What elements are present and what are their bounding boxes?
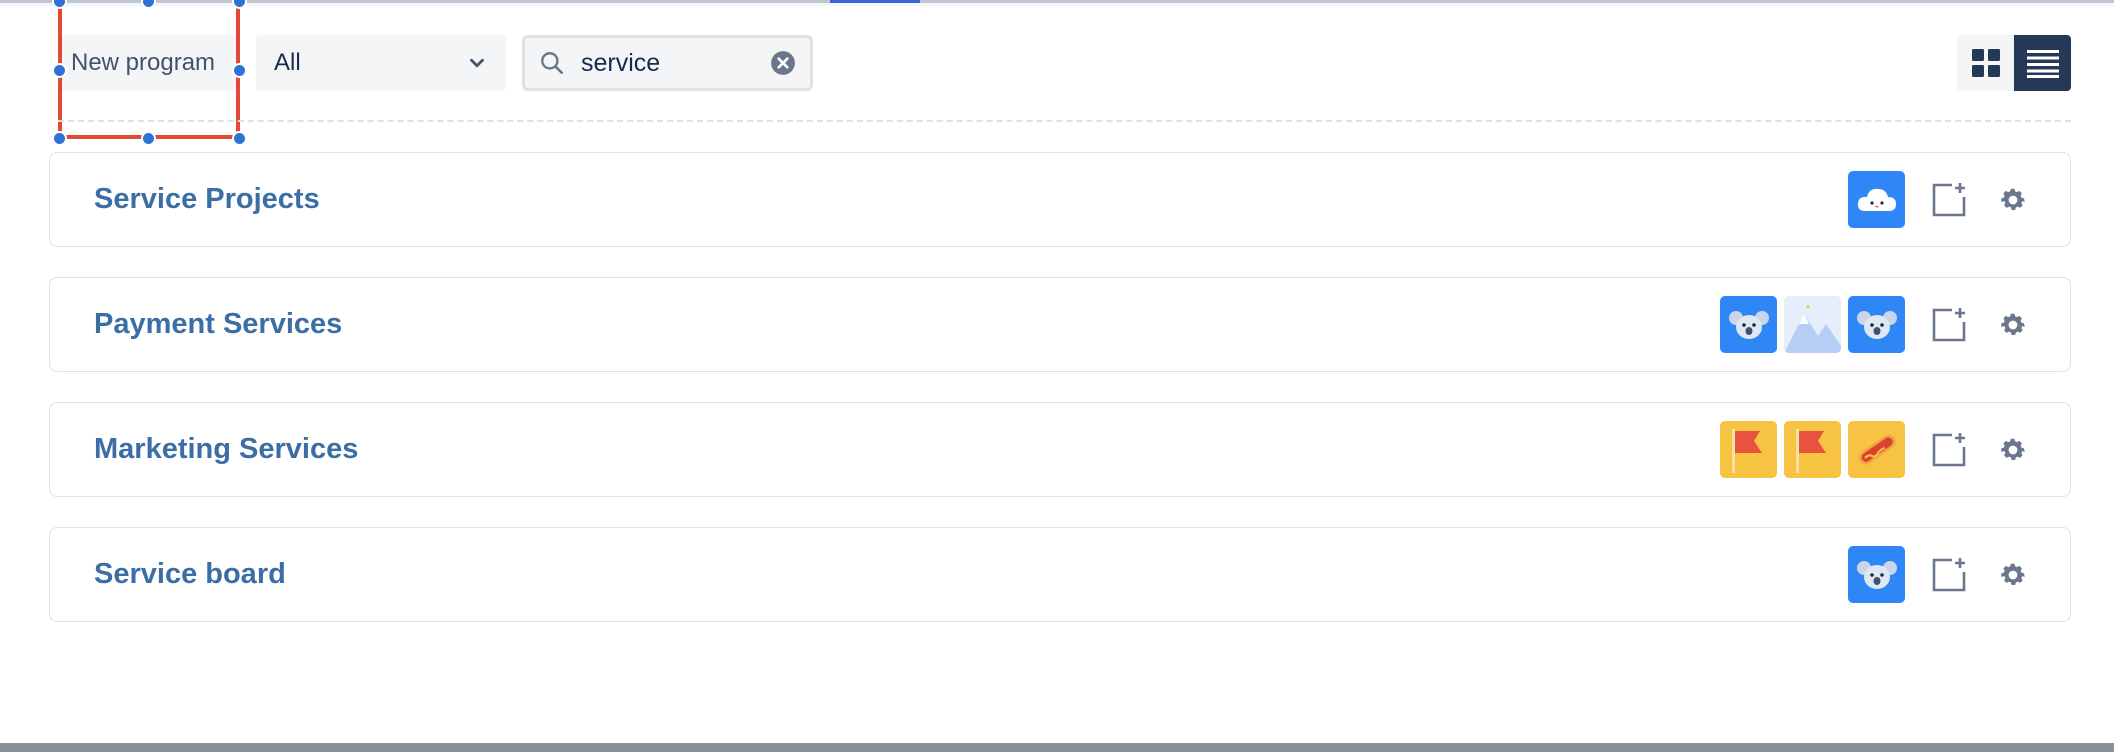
program-row[interactable]: Marketing Services: [49, 402, 2071, 497]
settings-button[interactable]: [1993, 430, 2033, 470]
settings-button[interactable]: [1993, 305, 2033, 345]
chevron-down-icon: [470, 58, 484, 68]
add-board-button[interactable]: [1929, 430, 1969, 470]
hotdog-icon: [1858, 434, 1896, 465]
resize-handle-top-right[interactable]: [232, 0, 247, 9]
clear-icon[interactable]: [770, 50, 796, 76]
resize-handle-bottom-left[interactable]: [52, 131, 67, 146]
add-board-icon: [1932, 432, 1966, 466]
list-view-button[interactable]: [2014, 35, 2071, 91]
add-board-button[interactable]: [1929, 555, 1969, 595]
resize-handle-top-left[interactable]: [52, 0, 67, 9]
gear-icon: [2001, 188, 2025, 210]
search-field[interactable]: [522, 35, 813, 91]
resize-handle-middle-right[interactable]: [232, 63, 247, 78]
program-title[interactable]: Service board: [94, 558, 286, 591]
bottom-bar: [0, 743, 2114, 752]
add-board-button[interactable]: [1929, 180, 1969, 220]
add-board-button[interactable]: [1929, 305, 1969, 345]
koala-icon: [1856, 310, 1897, 339]
add-board-icon: [1932, 307, 1966, 341]
koala-avatar[interactable]: [1848, 546, 1905, 603]
mountain-icon: [1784, 296, 1841, 353]
hotdog-avatar[interactable]: [1848, 421, 1905, 478]
program-row[interactable]: Payment Services: [49, 277, 2071, 372]
mountain-avatar[interactable]: [1784, 296, 1841, 353]
new-program-button[interactable]: New program: [58, 35, 238, 91]
settings-button[interactable]: [1993, 180, 2033, 220]
toolbar-divider: [58, 120, 2071, 122]
resize-handle-middle-left[interactable]: [52, 63, 67, 78]
search-icon: [541, 52, 564, 75]
resize-handle-bottom-center[interactable]: [141, 131, 156, 146]
add-board-icon: [1932, 557, 1966, 591]
cloud-avatar[interactable]: [1848, 171, 1905, 228]
program-row[interactable]: Service board: [49, 527, 2071, 622]
flag-icon: [1732, 429, 1762, 473]
list-view-icon: [2026, 50, 2059, 78]
view-toggle: [1957, 35, 2071, 91]
flag-avatar[interactable]: [1784, 421, 1841, 478]
resize-handle-bottom-right[interactable]: [232, 131, 247, 146]
filter-selected-value: All: [274, 49, 301, 76]
flag-avatar[interactable]: [1720, 421, 1777, 478]
grid-view-button[interactable]: [1957, 35, 2014, 91]
cloud-icon: [1857, 188, 1896, 211]
gear-icon: [2001, 313, 2025, 335]
koala-icon: [1856, 560, 1897, 589]
koala-avatar[interactable]: [1848, 296, 1905, 353]
add-board-icon: [1932, 182, 1966, 216]
program-title[interactable]: Service Projects: [94, 183, 320, 216]
gear-icon: [2001, 563, 2025, 585]
program-row[interactable]: Service Projects: [49, 152, 2071, 247]
filter-select[interactable]: All: [256, 35, 506, 91]
settings-button[interactable]: [1993, 555, 2033, 595]
flag-icon: [1796, 429, 1826, 473]
resize-handle-top-center[interactable]: [141, 0, 156, 9]
koala-icon: [1728, 310, 1769, 339]
search-input[interactable]: [581, 48, 756, 78]
gear-icon: [2001, 438, 2025, 460]
top-bar-accent: [830, 0, 920, 3]
program-title[interactable]: Marketing Services: [94, 433, 358, 466]
program-title[interactable]: Payment Services: [94, 308, 342, 341]
top-bar: [0, 0, 2114, 6]
koala-avatar[interactable]: [1720, 296, 1777, 353]
grid-view-icon: [1971, 49, 2000, 77]
